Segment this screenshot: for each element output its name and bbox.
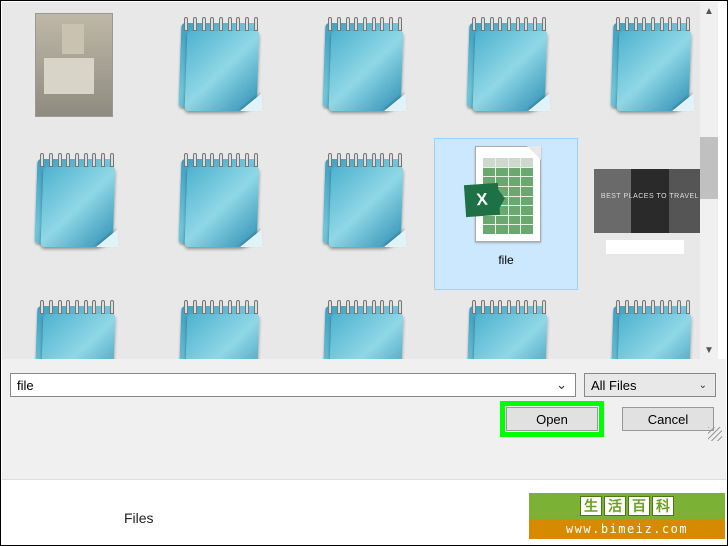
file-item[interactable]: BEST PLACES TO TRAVEL	[578, 138, 702, 290]
chevron-down-icon[interactable]: ⌄	[697, 380, 709, 391]
file-item[interactable]	[2, 138, 146, 290]
notepad-icon	[28, 153, 120, 249]
file-item[interactable]	[290, 2, 434, 138]
file-item[interactable]	[146, 2, 290, 138]
watermark: 生 活 百 科 www.bimeiz.com	[529, 493, 725, 539]
image-thumbnail-icon: BEST PLACES TO TRAVEL	[594, 169, 702, 233]
notepad-icon	[460, 17, 552, 113]
scroll-up-icon[interactable]: ▲	[700, 2, 718, 20]
dialog-footer: file ⌄ All Files ⌄ Open Cancel	[2, 359, 726, 479]
notepad-icon	[316, 17, 408, 113]
cancel-button[interactable]: Cancel	[622, 407, 714, 431]
file-item-selected[interactable]: X file	[434, 138, 578, 290]
notepad-icon	[172, 17, 264, 113]
excel-file-icon: X	[465, 146, 547, 246]
file-item[interactable]	[2, 2, 146, 138]
notepad-icon	[460, 300, 552, 359]
open-button[interactable]: Open	[506, 407, 598, 431]
file-item[interactable]	[578, 290, 702, 359]
vertical-scrollbar[interactable]: ▲ ▼	[700, 2, 718, 359]
file-label: file	[498, 253, 513, 267]
scroll-down-icon[interactable]: ▼	[700, 341, 718, 359]
file-item[interactable]	[578, 2, 702, 138]
resize-grip-icon[interactable]	[708, 427, 722, 441]
file-item[interactable]	[290, 290, 434, 359]
notepad-icon	[604, 300, 696, 359]
filename-combobox[interactable]: file ⌄	[10, 373, 576, 397]
image-thumbnail-icon	[35, 13, 113, 117]
notepad-icon	[172, 153, 264, 249]
file-item[interactable]	[146, 290, 290, 359]
notepad-icon	[316, 153, 408, 249]
file-item[interactable]	[290, 138, 434, 290]
file-item[interactable]	[434, 2, 578, 138]
file-item[interactable]	[434, 290, 578, 359]
file-grid-pane[interactable]: X file BEST PLACES TO TRAVEL	[2, 2, 702, 359]
chevron-down-icon[interactable]: ⌄	[554, 377, 569, 393]
scrollbar-thumb[interactable]	[700, 137, 718, 199]
file-item[interactable]	[146, 138, 290, 290]
notepad-icon	[28, 300, 120, 359]
notepad-icon	[316, 300, 408, 359]
file-item[interactable]	[2, 290, 146, 359]
filename-value: file	[17, 378, 34, 393]
notepad-icon	[604, 17, 696, 113]
open-file-dialog: X file BEST PLACES TO TRAVEL	[0, 0, 728, 546]
filter-value: All Files	[591, 378, 637, 393]
file-type-filter[interactable]: All Files ⌄	[584, 373, 716, 397]
files-tab[interactable]: Files	[124, 510, 154, 526]
notepad-icon	[172, 300, 264, 359]
watermark-url: www.bimeiz.com	[566, 522, 688, 536]
